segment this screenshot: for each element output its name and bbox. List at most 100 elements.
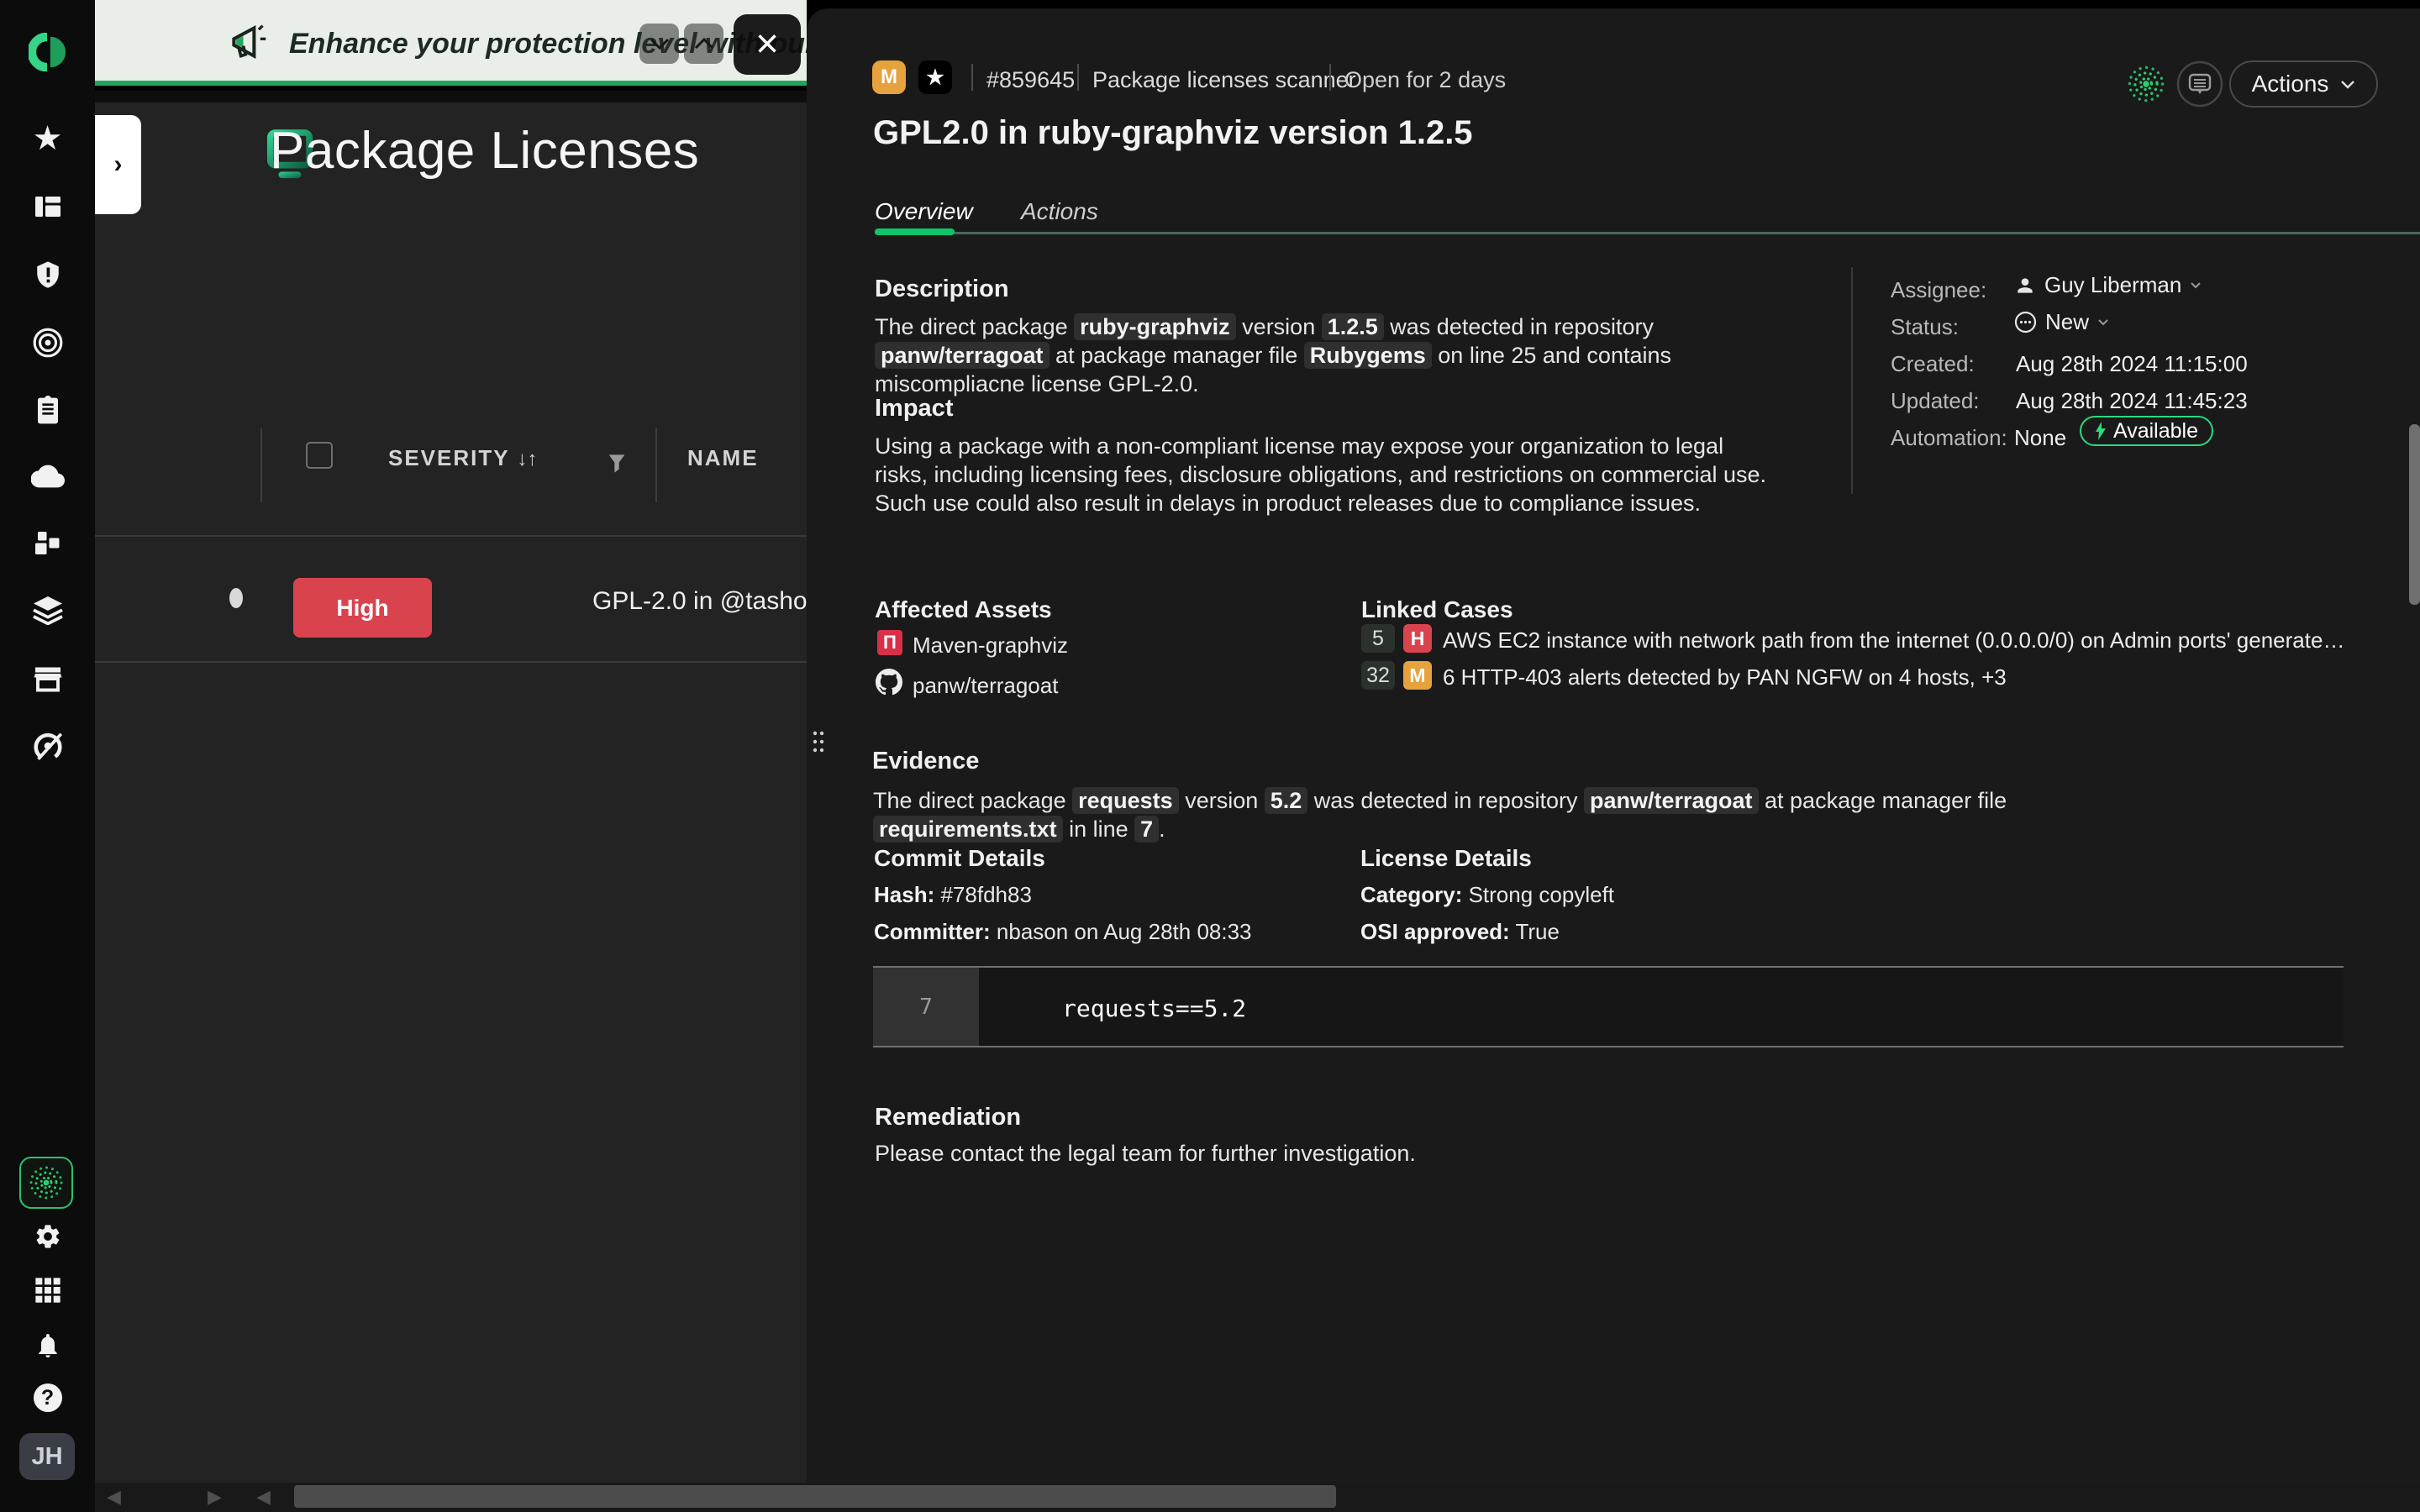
scroll-start-icon[interactable]: ◀ <box>256 1486 271 1508</box>
license-details-heading: License Details <box>1360 845 1532 872</box>
starred-badge[interactable]: ★ <box>918 60 952 94</box>
clipboard-icon <box>34 394 61 424</box>
chevron-down-icon <box>2190 281 2202 289</box>
updated-label: Updated: <box>1891 388 1980 414</box>
ai-spiral-icon <box>28 1164 65 1201</box>
comments-button[interactable] <box>2176 60 2223 108</box>
horizontal-scrollbar-thumb[interactable] <box>294 1485 1336 1508</box>
cortex-logo <box>0 29 95 76</box>
compass-gauge-icon <box>31 729 65 763</box>
drag-handle[interactable] <box>811 729 826 754</box>
sidebar-item-cloud[interactable] <box>0 453 95 500</box>
linked-case-text: AWS EC2 instance with network path from … <box>1443 627 2350 654</box>
severity-high-badge: H <box>1403 624 1432 653</box>
actions-button[interactable]: Actions <box>2229 60 2378 108</box>
name-column-header[interactable]: NAME <box>687 445 759 471</box>
automation-label: Automation: <box>1891 425 2007 451</box>
star-icon: ★ <box>33 122 63 155</box>
description-heading: Description <box>875 276 1009 303</box>
storefront-icon <box>33 664 63 694</box>
commit-hash: Hash: #78fdh83 <box>874 882 1032 908</box>
created-value: Aug 28th 2024 11:15:00 <box>2016 351 2248 377</box>
chevron-down-icon <box>649 37 671 50</box>
help-button[interactable]: ? <box>0 1374 95 1421</box>
affected-asset[interactable]: Maven-graphviz <box>913 633 1068 659</box>
vertical-scrollbar-thumb[interactable] <box>2409 424 2420 605</box>
created-label: Created: <box>1891 351 1975 377</box>
scroll-right-icon[interactable]: ▶ <box>208 1486 222 1508</box>
affected-assets-heading: Affected Assets <box>875 596 1052 623</box>
banner-message: Enhance your protection level with our n… <box>289 28 807 60</box>
lightning-icon <box>2095 422 2107 440</box>
issue-severity-badge: M <box>872 60 906 94</box>
dashboard-icon <box>33 192 63 222</box>
issue-scanner: Package licenses scanner <box>1092 67 1356 93</box>
person-icon <box>2014 275 2036 297</box>
panel-collapse-button[interactable]: › <box>95 115 141 214</box>
commit-committer: Committer: nbason on Aug 28th 08:33 <box>874 919 1252 945</box>
bell-icon <box>34 1330 61 1358</box>
severity-badge[interactable]: High <box>293 578 432 638</box>
assignee-value[interactable]: Guy Liberman <box>2014 272 2202 298</box>
status-value[interactable]: New <box>2014 309 2109 335</box>
separator <box>1329 64 1331 91</box>
user-avatar[interactable]: JH <box>19 1433 75 1480</box>
separator <box>971 64 973 91</box>
column-separator <box>260 428 262 502</box>
filter-funnel-icon[interactable] <box>608 454 626 474</box>
sidebar-item-threats[interactable] <box>0 251 95 298</box>
ai-assistant-button[interactable] <box>19 1157 73 1209</box>
ai-spiral-icon[interactable] <box>2126 64 2166 104</box>
updated-value: Aug 28th 2024 11:45:23 <box>2016 388 2248 414</box>
panel-title: Package Licenses <box>270 121 699 181</box>
sidebar-item-detection[interactable] <box>0 319 95 366</box>
code-line-content: requests==5.2 <box>1062 995 1246 1022</box>
cortex-logo-icon <box>29 33 67 71</box>
settings-button[interactable] <box>0 1213 95 1260</box>
banner-chevron-down-button[interactable] <box>639 24 679 64</box>
description-text: The direct package ruby-graphviz version… <box>875 312 1723 398</box>
apps-grid-button[interactable] <box>0 1267 95 1314</box>
scroll-left-icon[interactable]: ◀ <box>107 1486 121 1508</box>
automation-value: None <box>2014 425 2066 451</box>
status-label: Status: <box>1891 314 1959 340</box>
sidebar-item-assets[interactable] <box>0 521 95 568</box>
sort-icon: ↓↑ <box>517 448 537 470</box>
issue-id: #859645 <box>986 67 1075 93</box>
chevron-up-icon <box>693 37 715 50</box>
column-separator <box>655 428 657 502</box>
sidebar-item-favorites[interactable]: ★ <box>0 115 95 162</box>
sidebar-item-dashboards[interactable] <box>0 183 95 230</box>
close-icon: × <box>755 24 779 65</box>
tab-overview[interactable]: Overview <box>875 198 973 225</box>
gear-icon <box>34 1222 62 1251</box>
select-all-checkbox[interactable] <box>306 442 333 469</box>
sidebar-item-runtime[interactable] <box>0 722 95 769</box>
banner-chevron-up-button[interactable] <box>684 24 723 64</box>
sidebar-item-reports[interactable] <box>0 386 95 433</box>
impact-text: Using a package with a non-compliant lic… <box>875 432 1774 517</box>
severity-column-header[interactable]: SEVERITY ↓↑ <box>388 445 537 471</box>
automation-available-badge[interactable]: Available <box>2080 416 2213 446</box>
target-icon <box>32 327 64 359</box>
active-tab-indicator <box>875 228 955 235</box>
assignee-label: Assignee: <box>1891 277 1986 303</box>
linked-cases-heading: Linked Cases <box>1361 596 1513 623</box>
code-snippet: 7 requests==5.2 <box>873 966 2344 1047</box>
sidebar-item-marketplace[interactable] <box>0 655 95 702</box>
chevron-down-icon <box>2340 80 2355 89</box>
close-button[interactable]: × <box>734 14 801 75</box>
impact-heading: Impact <box>875 395 953 423</box>
severity-medium-badge: M <box>1403 661 1432 690</box>
license-category: Category: Strong copyleft <box>1360 882 1614 908</box>
remediation-text: Please contact the legal team for furthe… <box>875 1139 1416 1168</box>
megaphone-icon <box>228 20 268 64</box>
affected-asset[interactable]: panw/terragoat <box>913 673 1058 699</box>
sidebar-item-stacks[interactable] <box>0 587 95 634</box>
status-new-icon <box>2014 311 2037 333</box>
banner-gap <box>95 91 807 102</box>
commit-details-heading: Commit Details <box>874 845 1045 872</box>
notifications-button[interactable] <box>0 1320 95 1368</box>
tab-actions[interactable]: Actions <box>1021 198 1098 225</box>
finding-name[interactable]: GPL-2.0 in @tashop/ <box>592 587 807 616</box>
